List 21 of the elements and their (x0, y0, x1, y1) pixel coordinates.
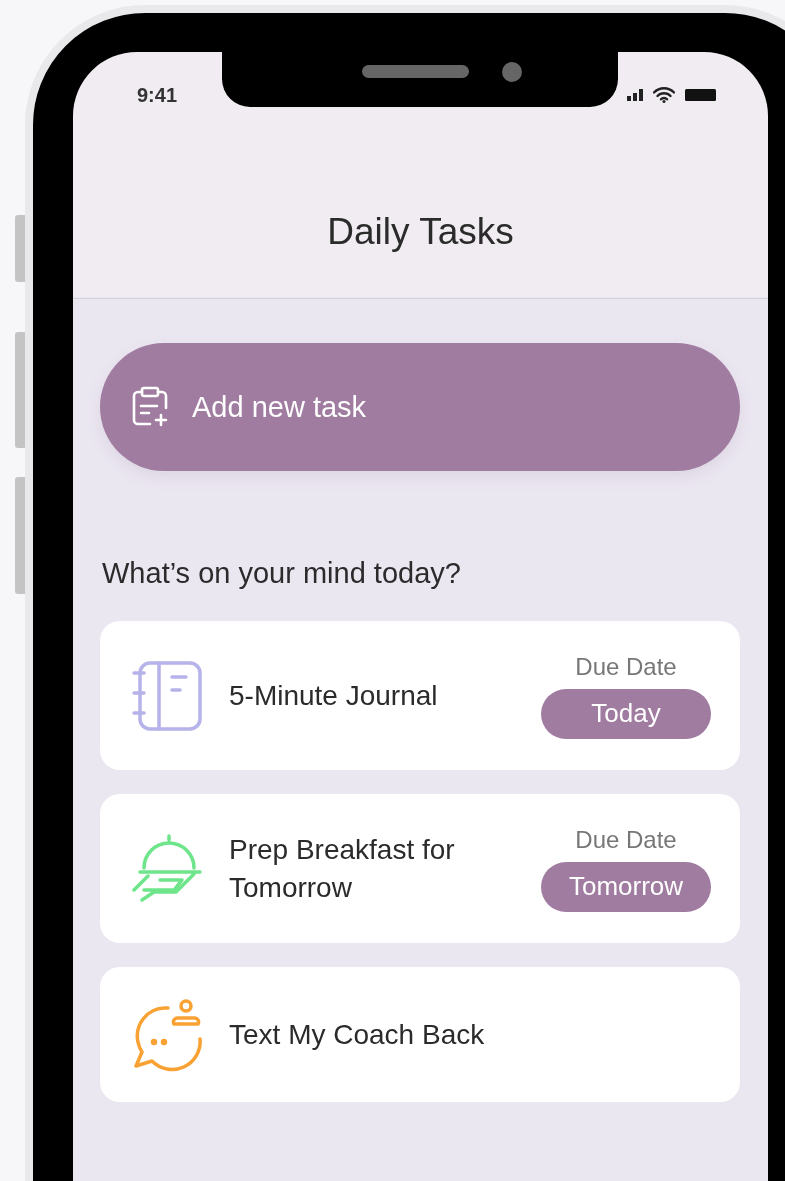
clipboard-plus-icon (130, 386, 170, 428)
status-time: 9:41 (137, 83, 178, 107)
due-date-badge: Today (541, 688, 711, 739)
task-card[interactable]: 5-Minute Journal Due Date Today (100, 621, 740, 770)
add-task-button[interactable]: Add new task (100, 343, 740, 471)
section-heading: What’s on your mind today? (102, 556, 462, 590)
camera-dot (502, 62, 522, 82)
due-date-label: Due Date (575, 825, 677, 854)
due-date-label: Due Date (575, 652, 677, 681)
chat-person-icon (132, 997, 204, 1072)
task-card[interactable]: Text My Coach Back (100, 967, 740, 1102)
signal-icon (627, 89, 643, 101)
due-date-badge: Tomorrow (541, 861, 711, 912)
page-title: Daily Tasks (327, 210, 514, 254)
battery-icon (685, 89, 716, 101)
task-card[interactable]: Prep Breakfast for Tomorrow Due Date Tomorrow (100, 794, 740, 943)
wifi-icon (653, 87, 675, 103)
task-title: Text My Coach Back (229, 1017, 486, 1052)
notebook-icon (132, 658, 204, 733)
task-title: 5-Minute Journal (229, 678, 439, 713)
task-title: Prep Breakfast for Tomorrow (229, 832, 456, 905)
